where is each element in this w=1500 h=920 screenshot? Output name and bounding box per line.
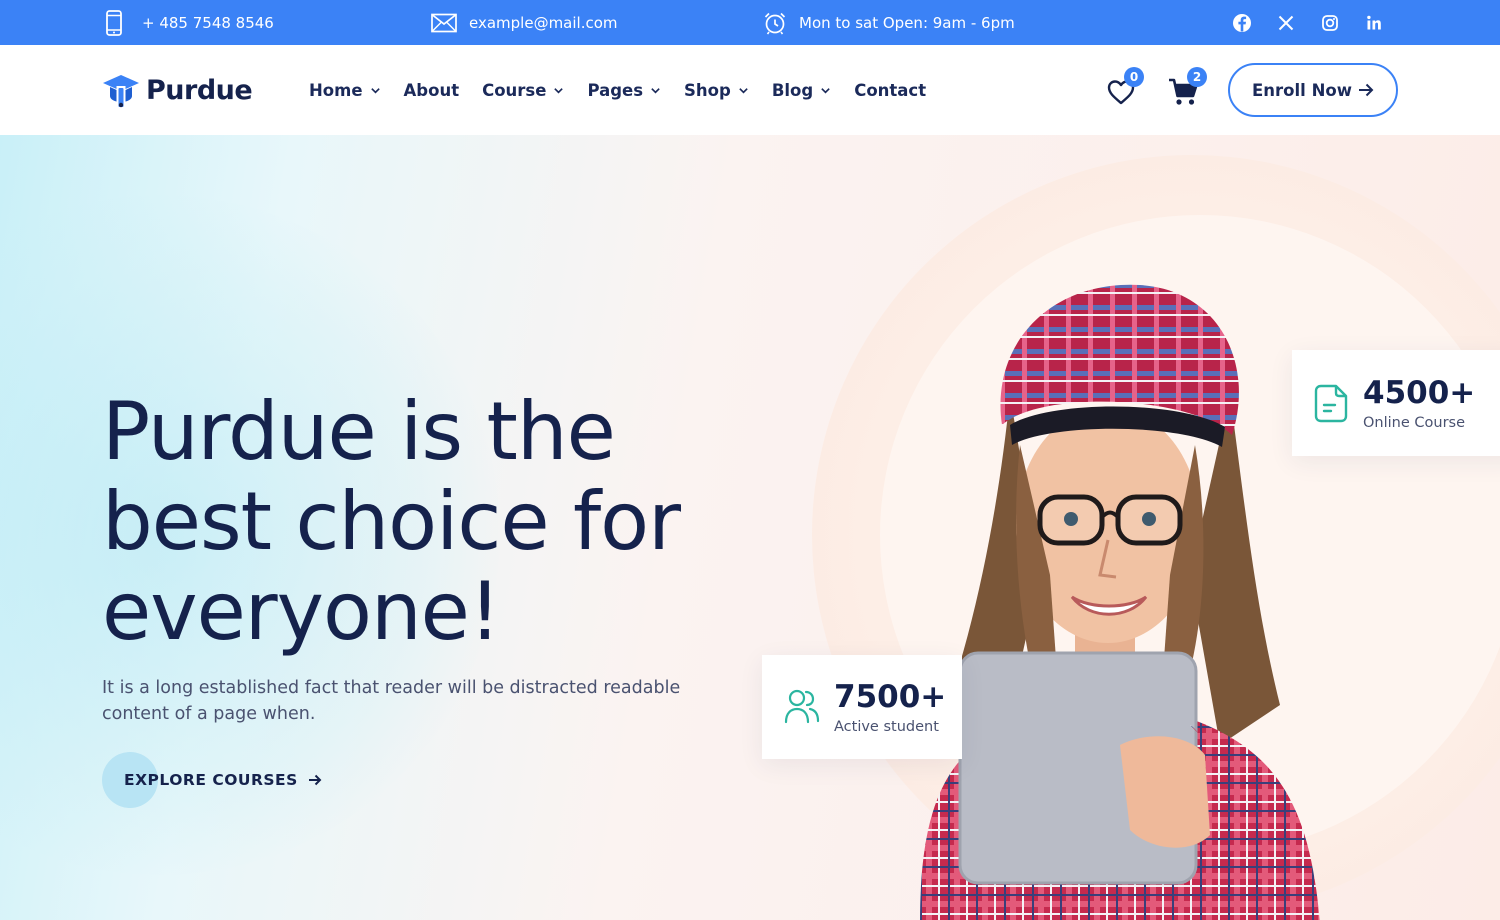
- nav-item-label: Contact: [854, 80, 927, 100]
- active-student-stat-card: 7500+ Active student: [762, 655, 962, 759]
- social-links: [1231, 0, 1385, 45]
- online-course-count: 4500+: [1363, 375, 1476, 411]
- nav-item-blog[interactable]: Blog: [772, 81, 831, 100]
- hero-description: It is a long established fact that reade…: [102, 675, 722, 727]
- users-icon: [784, 689, 820, 724]
- arrow-right-icon: [1358, 83, 1374, 97]
- graduation-cap-icon: [103, 75, 139, 108]
- chevron-down-icon: [554, 87, 564, 94]
- chevron-down-icon: [651, 87, 660, 94]
- cart-button[interactable]: 2: [1167, 67, 1207, 109]
- nav-item-label: Course: [482, 80, 547, 100]
- x-icon[interactable]: [1275, 12, 1297, 34]
- chevron-down-icon: [739, 87, 748, 94]
- headline-line-2: best choice for: [102, 475, 681, 568]
- email-contact[interactable]: example@mail.com: [431, 0, 618, 45]
- linkedin-icon[interactable]: [1363, 12, 1385, 34]
- wishlist-button[interactable]: 0: [1104, 67, 1144, 109]
- description-line-1: It is a long established fact that reade…: [102, 678, 681, 698]
- enroll-now-label: Enroll Now: [1252, 80, 1352, 100]
- instagram-icon[interactable]: [1319, 12, 1341, 34]
- headline-line-3: everyone!: [102, 565, 501, 658]
- main-header: Purdue Home About Course Pages Shop Blog Conta…: [0, 45, 1500, 135]
- explore-courses-label: EXPLORE COURSES: [124, 771, 298, 789]
- nav-item-label: About: [403, 80, 460, 100]
- document-icon: [1314, 384, 1348, 423]
- cart-count-badge: 2: [1187, 67, 1207, 87]
- mobile-phone-icon: [106, 9, 122, 36]
- phone-contact[interactable]: + 485 7548 8546: [104, 0, 274, 45]
- enroll-now-button[interactable]: Enroll Now: [1228, 63, 1398, 117]
- nav-item-label: Pages: [587, 80, 644, 100]
- online-course-stat-card: 4500+ Online Course: [1292, 350, 1500, 456]
- top-info-bar: + 485 7548 8546 example@mail.com Mon to …: [0, 0, 1500, 45]
- student-photo: [920, 284, 1320, 920]
- hero-section: Purdue is the best choice for everyone! …: [0, 135, 1500, 920]
- online-course-caption: Online Course: [1363, 415, 1466, 431]
- alarm-clock-icon: [764, 12, 786, 34]
- description-line-2: content of a page when.: [102, 704, 316, 724]
- chevron-down-icon: [821, 87, 830, 94]
- nav-item-label: Home: [309, 80, 363, 100]
- wishlist-count-badge: 0: [1124, 67, 1144, 87]
- active-student-count: 7500+: [834, 679, 947, 715]
- email-address: example@mail.com: [469, 13, 618, 32]
- nav-item-home[interactable]: Home: [309, 81, 381, 100]
- phone-number: + 485 7548 8546: [142, 13, 274, 32]
- arrow-right-icon: [308, 774, 322, 786]
- opening-hours: Mon to sat Open: 9am - 6pm: [763, 0, 1015, 45]
- nav-item-pages[interactable]: Pages: [587, 81, 661, 100]
- envelope-icon: [431, 13, 457, 32]
- facebook-icon[interactable]: [1231, 12, 1253, 34]
- brand-name: Purdue: [146, 74, 253, 106]
- nav-item-contact[interactable]: Contact: [854, 81, 926, 100]
- main-navigation: Home About Course Pages Shop Blog Contact: [309, 45, 926, 135]
- active-student-caption: Active student: [834, 719, 939, 735]
- nav-item-shop[interactable]: Shop: [684, 81, 749, 100]
- explore-courses-button[interactable]: EXPLORE COURSES: [102, 752, 322, 808]
- brand-logo[interactable]: Purdue: [102, 72, 253, 108]
- nav-item-label: Shop: [684, 80, 731, 100]
- hours-text: Mon to sat Open: 9am - 6pm: [799, 13, 1015, 32]
- nav-item-label: Blog: [771, 80, 814, 100]
- chevron-down-icon: [370, 87, 380, 94]
- hero-headline: Purdue is the best choice for everyone!: [102, 387, 802, 657]
- headline-line-1: Purdue is the: [102, 385, 616, 478]
- nav-item-about[interactable]: About: [404, 81, 460, 100]
- nav-item-course[interactable]: Course: [482, 81, 564, 100]
